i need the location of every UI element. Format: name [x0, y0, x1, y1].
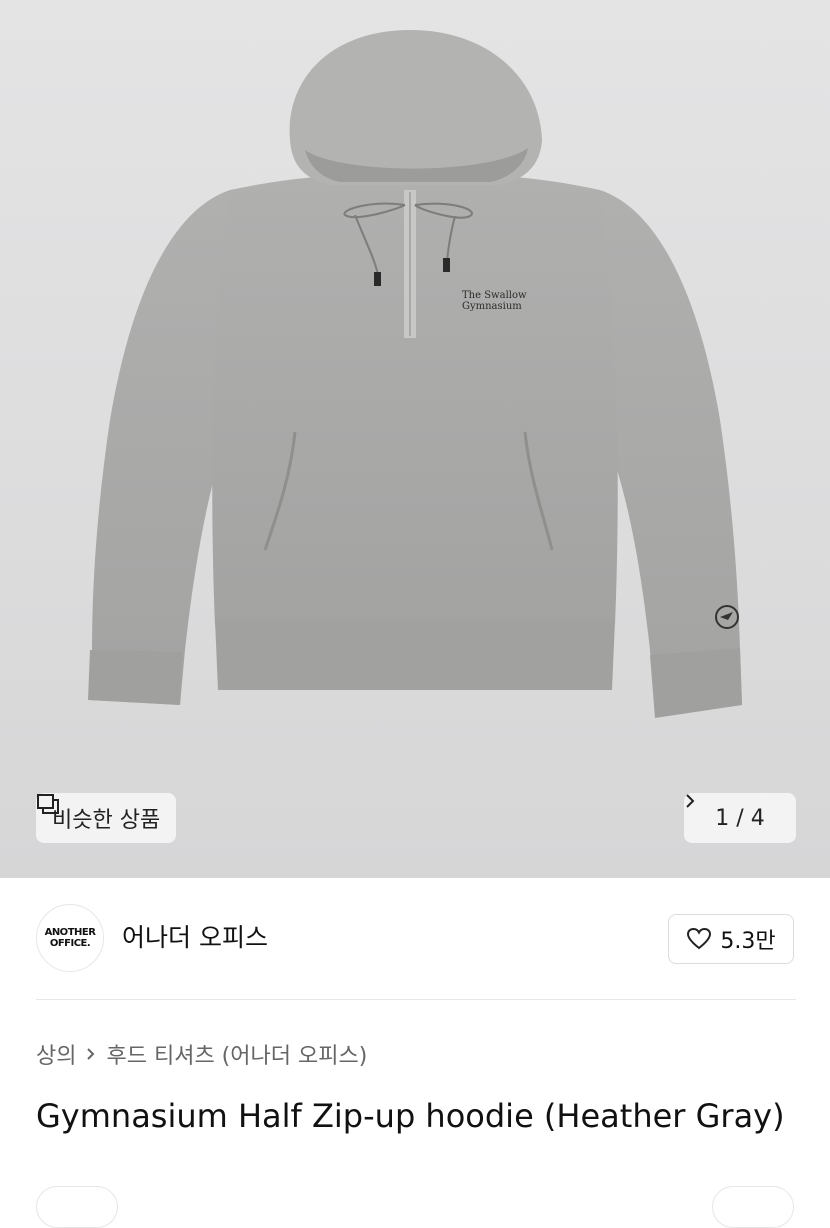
hoodie-product-image: [88, 30, 742, 718]
product-image-gallery[interactable]: The Swallow Gymnasium 비슷한 상품 1 / 4: [0, 0, 830, 878]
image-counter-text: 1 / 4: [715, 805, 765, 831]
embroidery-line-1: The Swallow: [462, 290, 527, 301]
action-chip[interactable]: [36, 1186, 118, 1228]
similar-products-button[interactable]: 비슷한 상품: [36, 793, 177, 843]
like-button[interactable]: 5.3만: [668, 914, 794, 964]
action-chip[interactable]: [712, 1186, 794, 1228]
breadcrumb-subcategory[interactable]: 후드 티셔츠 (어나더 오피스): [106, 1038, 367, 1070]
brand-name[interactable]: 어나더 오피스: [122, 918, 268, 954]
chevron-right-icon: [87, 1048, 95, 1060]
product-title: Gymnasium Half Zip-up hoodie (Heather Gr…: [36, 1097, 785, 1135]
brand-row: ANOTHER OFFICE. 어나더 오피스 5.3만: [0, 878, 830, 1000]
chevron-right-icon: [686, 794, 695, 808]
heart-icon: [687, 927, 712, 950]
brand-logo[interactable]: ANOTHER OFFICE.: [36, 904, 104, 972]
embroidery-line-2: Gymnasium: [462, 301, 522, 312]
divider: [36, 999, 796, 1000]
breadcrumb-category[interactable]: 상의: [36, 1038, 76, 1070]
brand-logo-line-2: OFFICE.: [49, 938, 91, 949]
breadcrumb: 상의 후드 티셔츠 (어나더 오피스): [36, 1038, 367, 1070]
chest-embroidery: The Swallow Gymnasium: [462, 290, 527, 312]
image-counter[interactable]: 1 / 4: [684, 793, 796, 843]
similar-items-icon: [37, 794, 59, 814]
brand-logo-line-1: ANOTHER: [44, 927, 96, 938]
like-count: 5.3만: [720, 929, 776, 954]
similar-products-label: 비슷한 상품: [52, 808, 161, 833]
